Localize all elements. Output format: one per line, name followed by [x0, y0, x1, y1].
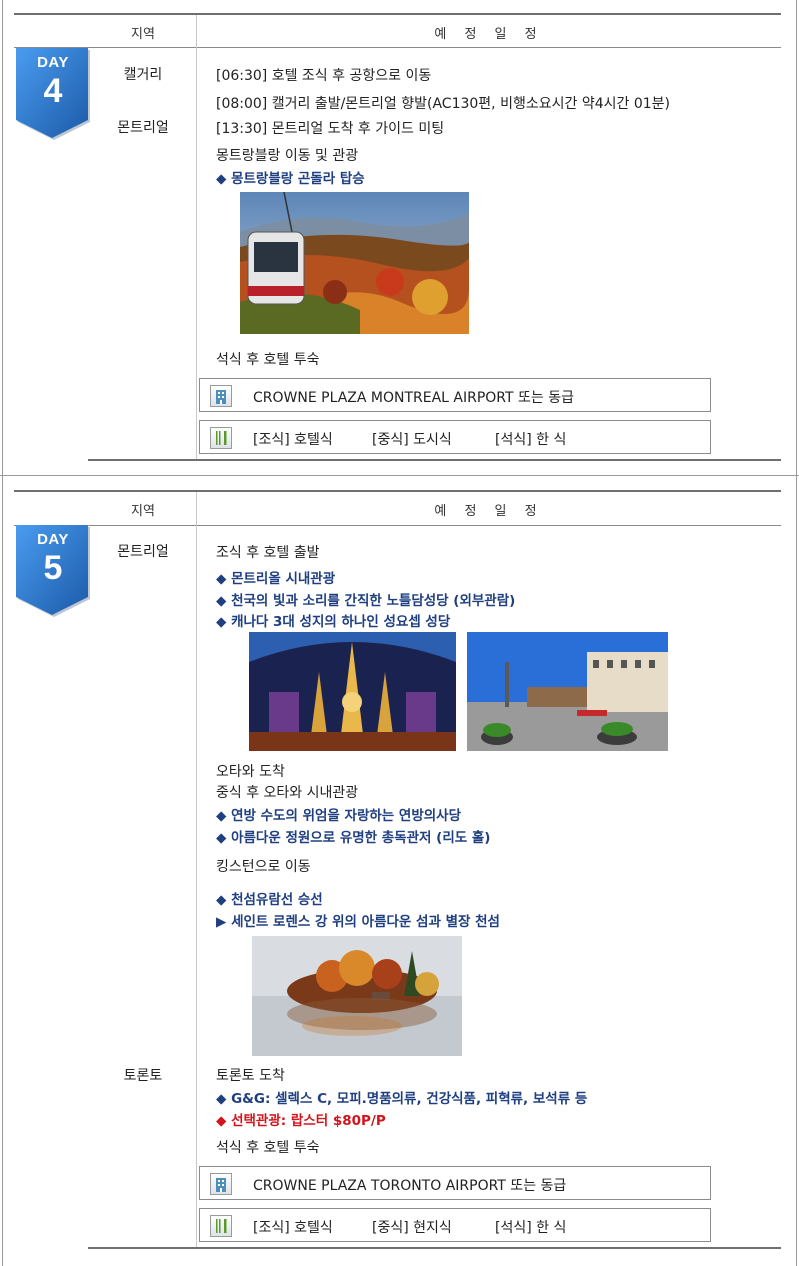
highlight-line: ◆ 캐나다 3대 성지의 하나인 성요셉 성당: [216, 614, 451, 630]
day-5-section: 지역 예 정 일 정 DAY 5 몬트리얼 토론토 조식 후 호텔 출발 ◆ 몬…: [0, 476, 799, 1266]
schedule-line: [13:30] 몬트리얼 도착 후 가이드 미팅: [216, 121, 445, 137]
day-label: DAY: [37, 531, 69, 548]
schedule-line: 조식 후 호텔 출발: [216, 545, 320, 561]
hotel-building-icon: [210, 1173, 232, 1195]
schedule-line: 석식 후 호텔 투숙: [216, 352, 320, 368]
montreal-square-photo: [467, 632, 668, 751]
header-schedule: 예 정 일 정: [434, 504, 544, 519]
hotel-name: CROWNE PLAZA MONTREAL AIRPORT 또는 동급: [253, 390, 574, 406]
region-calgary: 캘거리: [123, 67, 163, 83]
schedule-line: 오타와 도착: [216, 764, 285, 780]
day-badge: DAY 4: [16, 48, 90, 141]
region-montreal: 몬트리얼: [117, 120, 169, 136]
hotel-building-icon: [210, 385, 232, 407]
header-rule: [14, 525, 781, 526]
header-region: 지역: [131, 27, 155, 42]
day-number: 5: [43, 549, 63, 587]
column-divider: [196, 492, 197, 1248]
fork-knife-icon: [210, 427, 232, 449]
notre-dame-photo: [249, 632, 456, 751]
table-top-rule: [14, 13, 781, 15]
highlight-line: ◆ 천국의 빛과 소리를 간직한 노틀담성당 (외부관람): [216, 593, 516, 609]
region-toronto: 토론토: [123, 1068, 163, 1084]
header-schedule: 예 정 일 정: [434, 27, 544, 42]
column-divider: [196, 15, 197, 461]
highlight-line: ◆ 연방 수도의 위엄을 자랑하는 연방의사당: [216, 808, 462, 824]
table-bottom-rule: [88, 459, 781, 461]
hotel-name: CROWNE PLAZA TORONTO AIRPORT 또는 동급: [253, 1178, 567, 1194]
meal-dinner: [석식] 한 식: [495, 1220, 567, 1236]
fork-knife-icon: [210, 1215, 232, 1237]
meal-breakfast: [조식] 호텔식: [253, 1220, 333, 1236]
schedule-line: 중식 후 오타와 시내관광: [216, 785, 359, 801]
optional-tour-line: ◆ 선택관광: 랍스터 $80P/P: [216, 1113, 386, 1129]
schedule-line: 토론토 도착: [216, 1068, 285, 1084]
table-top-rule: [14, 490, 781, 492]
table-bottom-rule: [88, 1247, 781, 1249]
highlight-line: ◆ 아름다운 정원으로 유명한 총독관저 (리도 홀): [216, 830, 491, 846]
day-badge: DAY 5: [16, 525, 90, 618]
highlight-line: ◆ 천섬유람선 승선: [216, 892, 323, 908]
gondola-photo: [240, 192, 469, 334]
highlight-line: ▶ 세인트 로렌스 강 위의 아름다운 섬과 별장 천섬: [216, 914, 500, 930]
meal-info-box: [조식] 호텔식 [중식] 도시식 [석식] 한 식: [199, 420, 711, 454]
schedule-line: [06:30] 호텔 조식 후 공항으로 이동: [216, 68, 432, 84]
highlight-line: ◆ G&G: 셀렉스 C, 모피.명품의류, 건강식품, 피혁류, 보석류 등: [216, 1091, 588, 1107]
schedule-line: 킹스턴으로 이동: [216, 859, 311, 875]
day-number: 4: [43, 72, 63, 110]
meal-info-box: [조식] 호텔식 [중식] 현지식 [석식] 한 식: [199, 1208, 711, 1242]
hotel-info-box: CROWNE PLAZA MONTREAL AIRPORT 또는 동급: [199, 378, 711, 412]
day-label: DAY: [37, 54, 69, 71]
thousand-islands-photo: [252, 936, 462, 1056]
meal-lunch: [중식] 도시식: [372, 432, 452, 448]
highlight-line: ◆ 몬트리올 시내관광: [216, 571, 336, 587]
header-region: 지역: [131, 504, 155, 519]
schedule-line: 석식 후 호텔 투숙: [216, 1140, 320, 1156]
schedule-line: 몽트랑블랑 이동 및 관광: [216, 148, 359, 164]
highlight-line: ◆ 몽트랑블랑 곤돌라 탑승: [216, 171, 365, 187]
day-4-section: 지역 예 정 일 정 DAY 4 캘거리 몬트리얼 [06:30] 호텔 조식 …: [0, 0, 799, 475]
schedule-line: [08:00] 캘거리 출발/몬트리얼 향발(AC130편, 비행소요시간 약4…: [216, 96, 670, 112]
meal-lunch: [중식] 현지식: [372, 1220, 452, 1236]
meal-breakfast: [조식] 호텔식: [253, 432, 333, 448]
region-montreal: 몬트리얼: [117, 544, 169, 560]
meal-dinner: [석식] 한 식: [495, 432, 567, 448]
hotel-info-box: CROWNE PLAZA TORONTO AIRPORT 또는 동급: [199, 1166, 711, 1200]
header-rule: [14, 47, 781, 48]
